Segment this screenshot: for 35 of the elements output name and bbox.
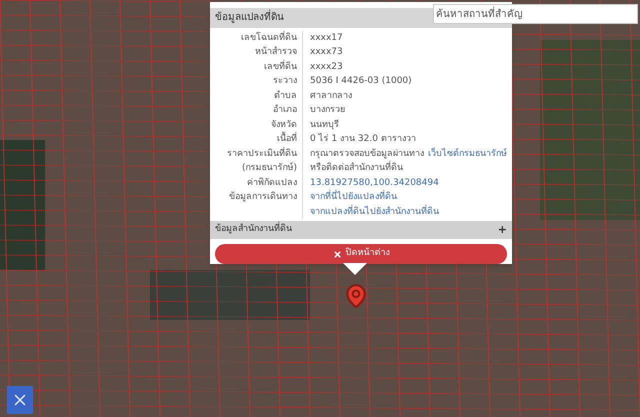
field-label: ราคาประเมินที่ดิน xyxy=(227,146,297,161)
field-value: ศาลากลาง xyxy=(310,90,352,103)
section-title: ข้อมูลสำนักงานที่ดิน xyxy=(215,223,292,237)
link[interactable]: จากแปลงที่ดินไปยังสำนักงานที่ดิน xyxy=(310,204,439,220)
field-label: ค่าพิกัดแปลง xyxy=(247,176,297,190)
field-label: เนื้อที่ xyxy=(277,132,297,147)
field-value: กรุณาตรวจสอบข้อมูลผ่านทาง เว็บไซต์กรมธนารักษ์ xyxy=(310,146,507,160)
search-field[interactable]: ค้นหาสถานที่สำคัญ xyxy=(433,4,638,24)
close-icon xyxy=(332,250,342,258)
field-value: xxxx17 xyxy=(310,32,343,45)
field-value: บางกรวย xyxy=(310,104,345,118)
field-label: ข้อมูลการเดินทาง xyxy=(229,190,297,204)
expand-toggle[interactable]: + xyxy=(498,222,507,238)
field-label: อำเภอ xyxy=(273,104,297,118)
popup-title: ข้อมูลแปลงที่ดิน xyxy=(215,10,284,26)
field-label: (กรมธนารักษ์) xyxy=(242,161,297,176)
tool-button[interactable] xyxy=(7,386,33,414)
field-label: เลขที่ดิน xyxy=(264,60,297,74)
field-value: นนทบุรี xyxy=(310,118,339,132)
field-value: xxxx23 xyxy=(310,60,343,74)
field-value: 5036 I 4426-03 (1000) xyxy=(310,75,412,88)
field-label: จังหวัด xyxy=(271,118,297,132)
field-label: เลขโฉนดที่ดิน xyxy=(241,30,297,45)
field-label: ตำบล xyxy=(274,90,297,103)
popup-tail xyxy=(343,263,367,275)
link[interactable]: เว็บไซต์กรมธนารักษ์ xyxy=(428,148,507,159)
link[interactable]: จากที่นี่ไปยังแปลงที่ดิน xyxy=(310,190,439,205)
field-label: ระวาง xyxy=(273,75,297,88)
field-value: หรือติดต่อสำนักงานที่ดิน xyxy=(310,161,507,176)
link[interactable]: 13.81927580,100.34208494 xyxy=(310,176,439,190)
field-value: xxxx73 xyxy=(310,46,343,60)
field-value: 0 ไร่ 1 งาน 32.0 ตารางวา xyxy=(310,132,416,146)
close-window-button[interactable]: ปิดหน้าต่าง xyxy=(215,244,507,264)
section-header[interactable]: ข้อมูลสำนักงานที่ดิน + xyxy=(210,221,512,239)
field-label: หน้าสำรวจ xyxy=(255,46,297,60)
